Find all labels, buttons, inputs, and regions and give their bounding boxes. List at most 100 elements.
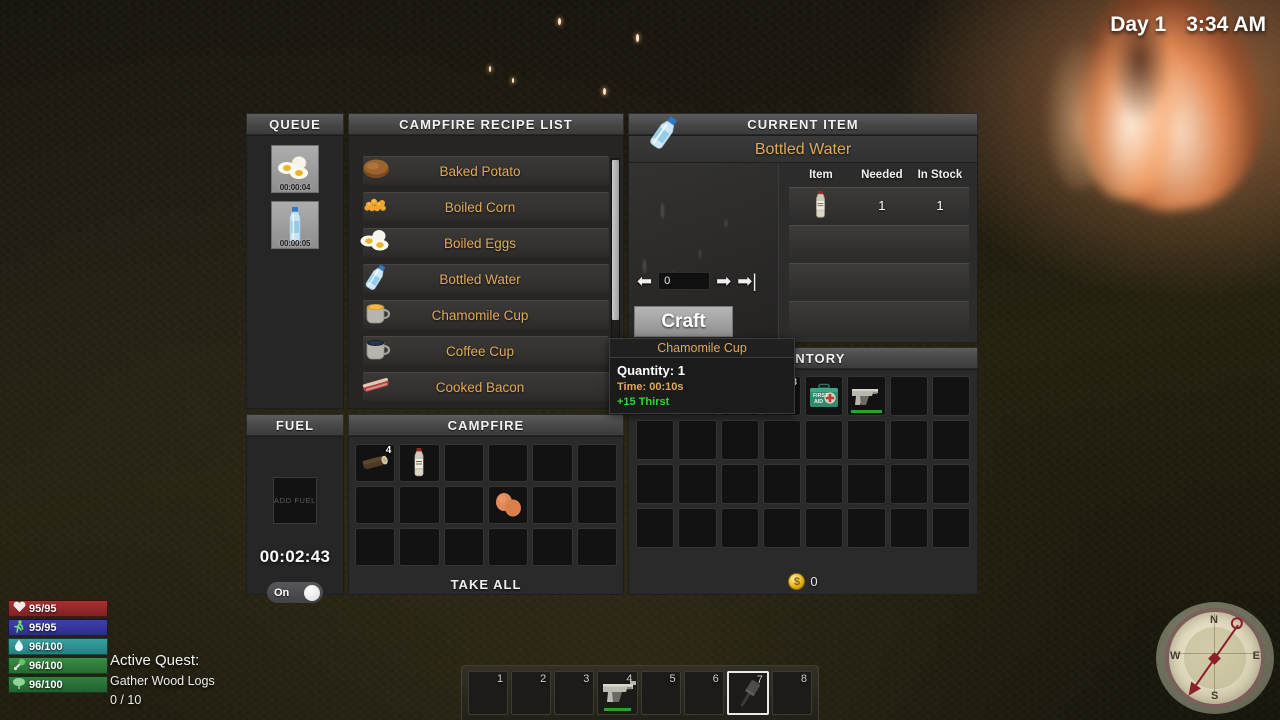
recipe-row[interactable]: Boiled Corn xyxy=(363,192,609,221)
campfire-slot[interactable] xyxy=(399,486,440,524)
day-time-display: Day 1 3:34 AM xyxy=(1110,13,1266,37)
inventory-slot[interactable] xyxy=(805,464,844,504)
campfire-slot[interactable] xyxy=(532,528,573,566)
fuel-toggle-switch[interactable]: On xyxy=(267,582,323,603)
campfire-slot[interactable] xyxy=(576,528,617,566)
coin-counter: $ 0 xyxy=(629,573,977,590)
campfire-slot[interactable] xyxy=(355,486,396,524)
recipe-name: Boiled Corn xyxy=(444,199,516,215)
inventory-slot[interactable] xyxy=(720,464,759,504)
arrow-to-end-icon[interactable]: ➡| xyxy=(737,272,757,290)
hotbar-slot-number: 5 xyxy=(669,673,676,685)
pistol-icon xyxy=(852,389,879,405)
campfire-slot[interactable] xyxy=(576,444,617,482)
campfire-slot[interactable] xyxy=(576,486,617,524)
recipe-row[interactable]: Chamomile Cup xyxy=(363,300,609,329)
inventory-slot[interactable] xyxy=(636,464,675,504)
recipe-row[interactable]: Baked Potato xyxy=(363,156,609,185)
inventory-slot[interactable] xyxy=(678,508,717,548)
status-bar-stamina: 95/95 xyxy=(8,619,108,636)
tooltip-time-value: 00:10s xyxy=(649,381,684,393)
inventory-slot[interactable] xyxy=(636,508,675,548)
arrow-left-icon[interactable]: ⬅ xyxy=(637,272,652,290)
craft-quantity-input[interactable]: 0 xyxy=(658,272,711,290)
queue-timer: 00:00:04 xyxy=(279,183,311,192)
inventory-slot[interactable] xyxy=(805,508,844,548)
inventory-slot[interactable] xyxy=(678,464,717,504)
inventory-slot[interactable]: FIRST AID xyxy=(805,376,844,416)
take-all-button[interactable]: TAKE ALL xyxy=(349,577,623,592)
hotbar-slot-selected[interactable]: 7 xyxy=(726,671,769,715)
potato-icon xyxy=(357,152,395,186)
campfire-slot[interactable] xyxy=(443,528,484,566)
campfire-slot[interactable] xyxy=(487,444,529,482)
hotbar-slot[interactable]: 5 xyxy=(640,671,681,715)
inventory-slot[interactable] xyxy=(720,508,759,548)
campfire-slot[interactable] xyxy=(399,528,440,566)
inventory-slot[interactable] xyxy=(762,508,801,548)
campfire-slot[interactable] xyxy=(355,528,396,566)
column-header-item: Item xyxy=(809,169,833,181)
inventory-slot[interactable] xyxy=(931,376,970,416)
quest-progress: 0 / 10 xyxy=(110,693,142,707)
campfire-slot[interactable]: 4 xyxy=(355,444,396,482)
runner-icon xyxy=(9,619,29,636)
hotbar-slot[interactable]: 1 xyxy=(468,671,509,715)
svg-text:AID: AID xyxy=(814,399,823,405)
quest-header: Active Quest: xyxy=(110,652,200,669)
queue-item[interactable]: 00:00:04 xyxy=(271,145,319,193)
table-row[interactable]: 1 1 xyxy=(789,187,969,222)
campfire-slot[interactable] xyxy=(443,444,484,482)
inventory-slot[interactable] xyxy=(889,420,928,460)
campfire-slot[interactable] xyxy=(487,528,529,566)
inventory-slot[interactable] xyxy=(847,508,886,548)
table-row[interactable] xyxy=(789,301,969,336)
inventory-slot[interactable] xyxy=(762,464,801,504)
recipe-row[interactable]: Coffee Cup xyxy=(363,336,609,365)
recipe-row[interactable]: Boiled Eggs xyxy=(360,228,609,257)
campfire-slot[interactable] xyxy=(399,444,440,482)
inventory-slot[interactable] xyxy=(678,420,717,460)
inventory-slot[interactable] xyxy=(847,376,886,416)
inventory-slot[interactable] xyxy=(931,508,970,548)
hotbar-slot[interactable]: 4 xyxy=(597,671,638,715)
hotbar-slot[interactable]: 3 xyxy=(554,671,595,715)
inventory-slot[interactable] xyxy=(636,420,675,460)
inventory-slot[interactable] xyxy=(889,376,928,416)
campfire-slot[interactable] xyxy=(487,486,529,524)
inventory-slot[interactable] xyxy=(931,420,970,460)
campfire-slot[interactable] xyxy=(532,444,573,482)
inventory-slot[interactable] xyxy=(720,420,759,460)
campfire-grid: 4 xyxy=(355,444,617,566)
hotbar-slot[interactable]: 2 xyxy=(511,671,552,715)
craft-button[interactable]: Craft xyxy=(634,306,733,337)
inventory-grid-row xyxy=(636,420,970,460)
recipe-row-partial[interactable] xyxy=(363,408,609,409)
queue-item[interactable]: 00:00:05 xyxy=(271,201,319,249)
add-fuel-slot[interactable]: ADD FUEL xyxy=(273,477,317,524)
inventory-slot[interactable] xyxy=(889,464,928,504)
inventory-slot[interactable] xyxy=(805,420,844,460)
campfire-slot[interactable] xyxy=(443,486,484,524)
table-row[interactable] xyxy=(789,225,969,260)
inventory-slot[interactable] xyxy=(847,420,886,460)
inventory-slot[interactable] xyxy=(847,464,886,504)
corn-icon xyxy=(357,188,395,222)
time-label: 3:34 AM xyxy=(1186,13,1266,36)
hotbar-slot[interactable]: 8 xyxy=(771,671,812,715)
campfire-slot[interactable] xyxy=(532,486,573,524)
recipe-scrollbar-thumb[interactable] xyxy=(612,160,619,320)
inventory-slot[interactable] xyxy=(762,420,801,460)
inventory-slot[interactable] xyxy=(889,508,928,548)
status-value: 96/100 xyxy=(29,678,63,691)
recipe-row[interactable]: Cooked Bacon xyxy=(362,372,609,401)
recipe-row[interactable]: Bottled Water xyxy=(363,264,609,293)
inventory-slot[interactable] xyxy=(931,464,970,504)
status-bar-hunger: 96/100 xyxy=(8,657,108,674)
recipe-list-body: Baked Potato Boiled Corn Boiled Eggs Bot… xyxy=(348,135,624,409)
arrow-right-icon[interactable]: ➡ xyxy=(716,272,731,290)
hotbar-slot-number: 6 xyxy=(712,673,719,685)
table-row[interactable] xyxy=(789,263,969,298)
hotbar-slot[interactable]: 6 xyxy=(683,671,724,715)
tooltip-quantity: Quantity: 1 xyxy=(617,363,787,378)
